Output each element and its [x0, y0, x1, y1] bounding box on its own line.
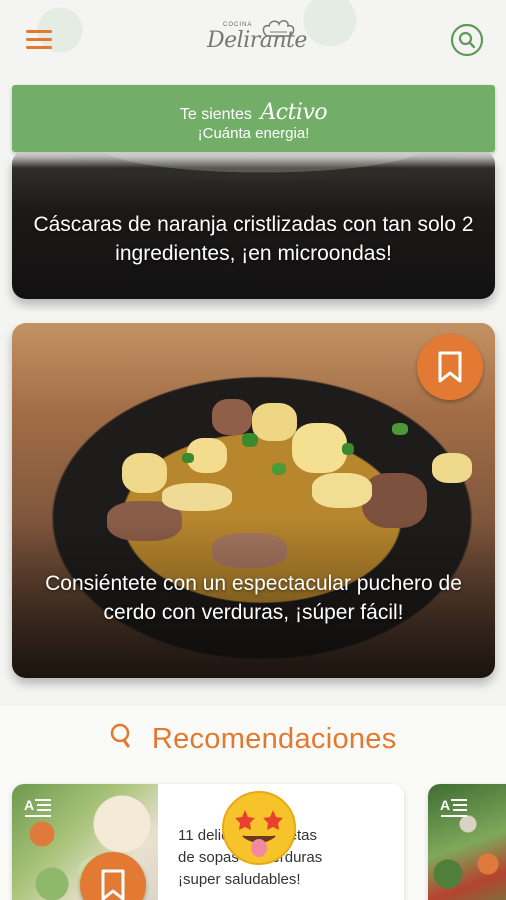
recipe-card[interactable]: Consiéntete con un espectacular puchero … — [12, 323, 495, 678]
app-header: COCINA Delirante — [0, 0, 506, 82]
bookmark-icon — [101, 869, 125, 900]
mood-banner[interactable]: Te sientes Activo ¡Cuánta energia! — [12, 85, 495, 152]
recipe-card[interactable]: Cáscaras de naranja cristlizadas con tan… — [12, 150, 495, 299]
search-icon[interactable] — [450, 23, 484, 57]
recommendations-header: Recomendaciones — [0, 722, 506, 756]
app-logo[interactable]: COCINA Delirante — [203, 18, 313, 66]
header-shadow — [0, 152, 506, 168]
svg-text:A: A — [440, 797, 450, 813]
recommendation-title-line: ¡super saludables! — [178, 871, 301, 888]
bookmark-button[interactable] — [417, 334, 483, 400]
lightbulb-icon — [111, 724, 130, 748]
recipe-title: Consiéntete con un espectacular puchero … — [45, 572, 462, 624]
recipe-title: Cáscaras de naranja cristlizadas con tan… — [33, 213, 474, 265]
svg-text:A: A — [24, 797, 34, 813]
article-icon: A — [440, 797, 467, 817]
article-icon: A — [24, 797, 51, 817]
logo-main-text: Delirante — [207, 28, 307, 53]
star-eyes-emoji[interactable] — [221, 790, 297, 866]
bookmark-icon — [438, 351, 462, 383]
mood-message: ¡Cuánta energia! — [197, 125, 310, 142]
mood-prefix: Te sientes — [179, 106, 252, 123]
recommendation-card[interactable]: A 11 deliciosas recetas de sopas de verd… — [12, 784, 404, 900]
mood-state: Activo — [260, 100, 328, 125]
hamburger-menu-icon[interactable] — [26, 30, 52, 50]
mood-line: Te sientes Activo — [12, 100, 495, 125]
bookmark-button[interactable] — [80, 852, 146, 900]
recommendation-card[interactable]: A — [428, 784, 506, 900]
recommendations-title: Recomendaciones — [151, 722, 397, 755]
